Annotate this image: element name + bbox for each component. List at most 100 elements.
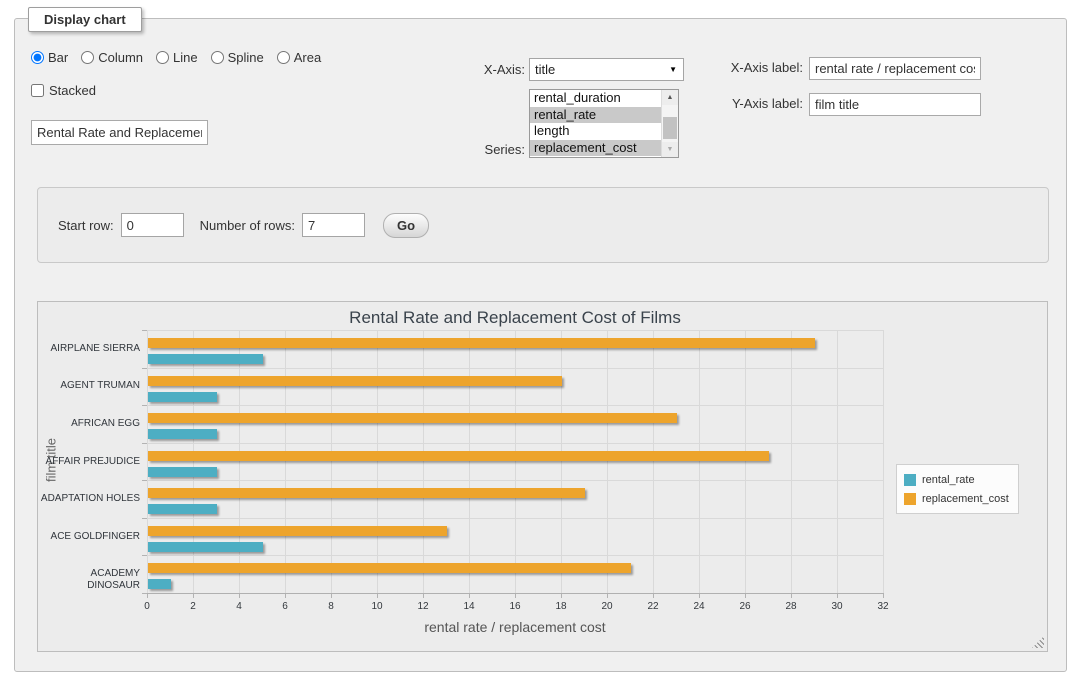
bar-replacement_cost — [148, 563, 631, 573]
y-axis-tick — [142, 443, 147, 444]
chevron-down-icon: ▼ — [669, 59, 677, 80]
y-axis-tick — [142, 405, 147, 406]
category-label: ADAPTATION HOLES — [38, 493, 140, 505]
x-axis-tick — [653, 594, 654, 598]
chart-type-column[interactable]: Column — [81, 50, 143, 65]
x-axis-select[interactable]: title ▼ — [529, 58, 684, 81]
number-of-rows-input[interactable] — [302, 213, 365, 237]
panel-legend: Display chart — [28, 7, 142, 32]
go-button[interactable]: Go — [383, 213, 429, 238]
scrollbar-track[interactable] — [662, 105, 678, 142]
chart-legend: rental_rate replacement_cost — [896, 464, 1019, 514]
x-axis-selected-value: title — [535, 62, 555, 77]
x-axis-tick — [837, 594, 838, 598]
bar-replacement_cost — [148, 451, 769, 461]
series-option-length[interactable]: length — [530, 123, 661, 140]
chart-type-radio-area[interactable] — [277, 51, 290, 64]
category-label: AIRPLANE SIERRA — [38, 343, 140, 355]
x-tick-label: 2 — [178, 601, 208, 612]
x-axis-tick — [607, 594, 608, 598]
gridline — [147, 555, 883, 556]
gridline — [745, 330, 746, 593]
x-axis-tick — [285, 594, 286, 598]
legend-swatch — [904, 493, 916, 505]
x-axis-tick — [469, 594, 470, 598]
scroll-up-icon[interactable]: ▲ — [662, 90, 678, 105]
x-axis-line — [147, 593, 884, 594]
chart-type-radio-spline[interactable] — [211, 51, 224, 64]
gridline — [147, 443, 883, 444]
start-row-input[interactable] — [121, 213, 184, 237]
display-chart-panel: Display chart BarColumnLineSplineArea St… — [14, 18, 1067, 672]
scrollbar[interactable]: ▲ ▼ — [661, 90, 678, 157]
x-tick-label: 20 — [592, 601, 622, 612]
x-tick-label: 10 — [362, 601, 392, 612]
series-option-rental_rate[interactable]: rental_rate — [530, 107, 661, 124]
bar-rental_rate — [148, 429, 217, 439]
category-label: AFRICAN EGG — [38, 418, 140, 430]
gridline — [699, 330, 700, 593]
stacked-checkbox[interactable] — [31, 84, 44, 97]
gridline — [147, 518, 883, 519]
x-tick-label: 16 — [500, 601, 530, 612]
bar-rental_rate — [148, 354, 263, 364]
category-label: ACADEMY DINOSAUR — [38, 568, 140, 592]
series-multiselect[interactable]: rental_durationrental_ratelengthreplacem… — [529, 89, 679, 158]
bar-rental_rate — [148, 504, 217, 514]
gridline — [147, 480, 883, 481]
series-option-replacement_cost[interactable]: replacement_cost — [530, 140, 661, 157]
chart-type-radio-column[interactable] — [81, 51, 94, 64]
chart-type-bar[interactable]: Bar — [31, 50, 68, 65]
chart-container: Rental Rate and Replacement Cost of Film… — [37, 301, 1048, 652]
gridline — [193, 330, 194, 593]
stacked-label: Stacked — [49, 83, 96, 98]
chart-type-label: Area — [294, 50, 321, 65]
gridline — [561, 330, 562, 593]
bar-replacement_cost — [148, 338, 815, 348]
resize-grip-icon[interactable] — [1032, 636, 1044, 648]
bar-replacement_cost — [148, 488, 585, 498]
x-tick-label: 30 — [822, 601, 852, 612]
chart-type-radio-line[interactable] — [156, 51, 169, 64]
x-axis-select-label: X-Axis: — [445, 58, 525, 81]
x-tick-label: 14 — [454, 601, 484, 612]
gridline — [239, 330, 240, 593]
gridline — [515, 330, 516, 593]
bar-replacement_cost — [148, 413, 677, 423]
bar-replacement_cost — [148, 526, 447, 536]
legend-item-rental_rate[interactable]: rental_rate — [904, 470, 1009, 489]
chart-type-line[interactable]: Line — [156, 50, 198, 65]
x-tick-label: 4 — [224, 601, 254, 612]
x-tick-label: 28 — [776, 601, 806, 612]
x-tick-label: 8 — [316, 601, 346, 612]
gridline — [469, 330, 470, 593]
stacked-checkbox-row[interactable]: Stacked — [31, 83, 96, 98]
gridline — [837, 330, 838, 593]
gridline — [653, 330, 654, 593]
x-axis-label-input[interactable] — [809, 57, 981, 80]
series-option-rental_duration[interactable]: rental_duration — [530, 90, 661, 107]
gridline — [607, 330, 608, 593]
bar-rental_rate — [148, 467, 217, 477]
legend-item-replacement_cost[interactable]: replacement_cost — [904, 489, 1009, 508]
chart-type-area[interactable]: Area — [277, 50, 321, 65]
category-label: ACE GOLDFINGER — [38, 531, 140, 543]
y-axis-tick — [142, 480, 147, 481]
chart-type-spline[interactable]: Spline — [211, 50, 264, 65]
gridline — [423, 330, 424, 593]
legend-label: replacement_cost — [922, 493, 1009, 505]
x-axis-title: rental rate / replacement cost — [147, 619, 883, 635]
scroll-down-icon[interactable]: ▼ — [662, 142, 678, 157]
chart-title-input[interactable] — [31, 120, 208, 145]
x-axis-tick — [423, 594, 424, 598]
scrollbar-thumb[interactable] — [663, 117, 677, 139]
x-tick-label: 12 — [408, 601, 438, 612]
y-axis-label-field-label: Y-Axis label: — [705, 93, 803, 115]
x-axis-tick — [515, 594, 516, 598]
y-axis-tick — [142, 368, 147, 369]
series-select-label: Series: — [445, 141, 525, 158]
chart-type-radio-bar[interactable] — [31, 51, 44, 64]
x-tick-label: 18 — [546, 601, 576, 612]
bar-rental_rate — [148, 579, 171, 589]
y-axis-label-input[interactable] — [809, 93, 981, 116]
